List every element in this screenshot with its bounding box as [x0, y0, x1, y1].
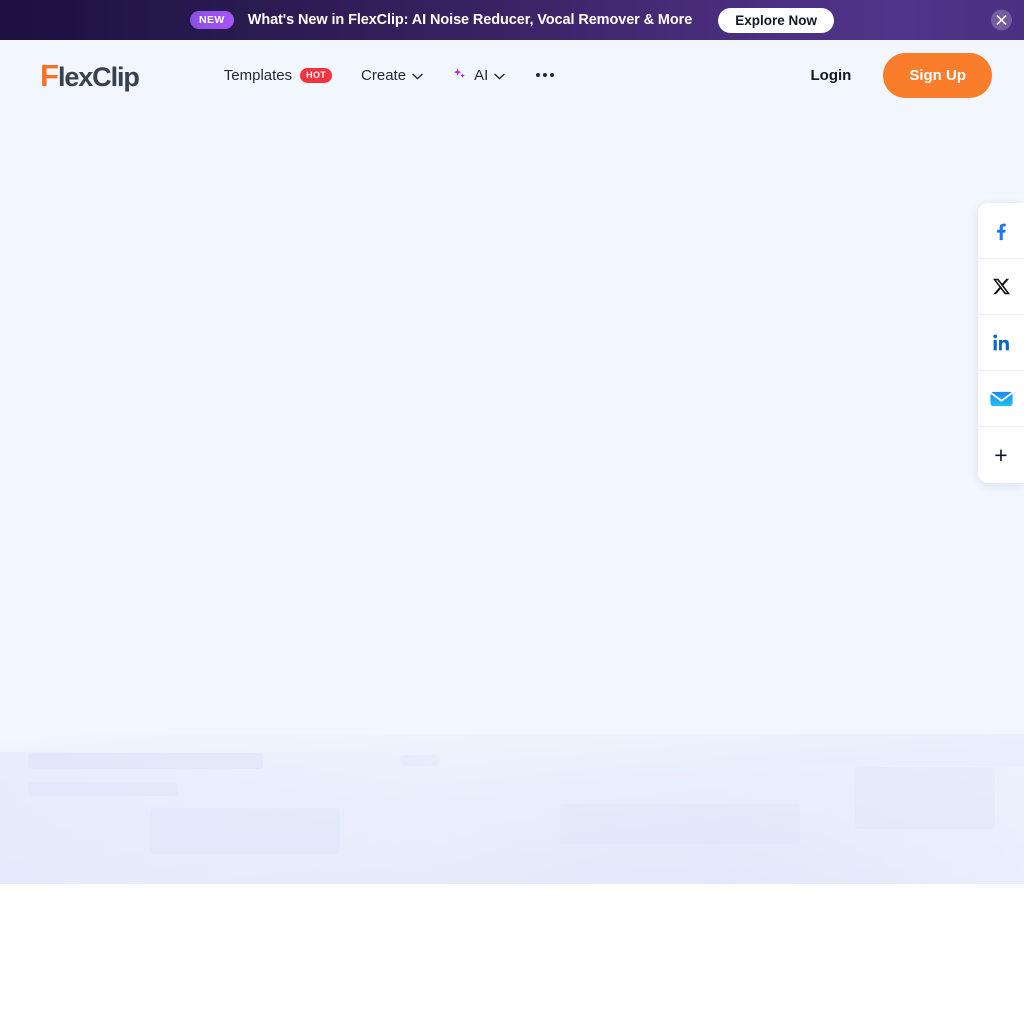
header-actions: Login Sign Up [811, 53, 993, 98]
skeleton-card [150, 808, 340, 854]
ellipsis-icon [536, 73, 540, 77]
nav-item-create[interactable]: Create [361, 67, 423, 84]
main-content-area [0, 110, 1024, 884]
facebook-icon [990, 220, 1012, 242]
share-more-button[interactable]: + [978, 427, 1024, 483]
x-icon [992, 277, 1011, 296]
signup-button[interactable]: Sign Up [883, 53, 992, 98]
sparkle-icon [452, 67, 468, 83]
ellipsis-icon [543, 73, 547, 77]
share-x-button[interactable] [978, 259, 1024, 315]
page-root: NEW What's New in FlexClip: AI Noise Red… [0, 0, 1024, 1024]
ellipsis-icon [550, 73, 554, 77]
nav-label-create: Create [361, 67, 406, 84]
promo-message: What's New in FlexClip: AI Noise Reducer… [248, 12, 692, 28]
explore-now-button[interactable]: Explore Now [718, 8, 834, 33]
more-menu-button[interactable] [534, 69, 556, 81]
flexclip-logo[interactable]: F lexClip [40, 60, 139, 91]
chevron-down-icon [412, 67, 423, 84]
chevron-down-icon [494, 67, 505, 84]
nav-label-templates: Templates [224, 67, 292, 84]
login-link[interactable]: Login [811, 67, 852, 84]
new-badge: NEW [190, 11, 234, 29]
plus-icon: + [994, 444, 1007, 467]
promo-banner-content: NEW What's New in FlexClip: AI Noise Red… [190, 8, 834, 33]
skeleton-card [560, 804, 800, 844]
hot-badge: HOT [300, 68, 332, 83]
share-facebook-button[interactable] [978, 203, 1024, 259]
logo-mark: F [40, 60, 58, 91]
skeleton-chip [400, 755, 440, 766]
skeleton-subtitle [28, 782, 178, 796]
social-share-rail: + [978, 203, 1024, 483]
share-email-button[interactable] [978, 371, 1024, 427]
share-linkedin-button[interactable] [978, 315, 1024, 371]
linkedin-icon [991, 332, 1012, 353]
logo-text: lexClip [58, 64, 139, 91]
email-icon [990, 390, 1013, 408]
close-banner-button[interactable] [991, 10, 1012, 31]
close-icon [996, 15, 1007, 26]
nav-label-ai: AI [474, 67, 488, 84]
promo-banner: NEW What's New in FlexClip: AI Noise Red… [0, 0, 1024, 40]
nav-item-ai[interactable]: AI [452, 67, 505, 84]
skeleton-card [855, 767, 995, 829]
main-navigation: Templates HOT Create AI [224, 67, 557, 84]
site-header: F lexClip Templates HOT Create [0, 40, 1024, 110]
nav-item-templates[interactable]: Templates HOT [224, 67, 332, 84]
skeleton-title [28, 753, 263, 769]
